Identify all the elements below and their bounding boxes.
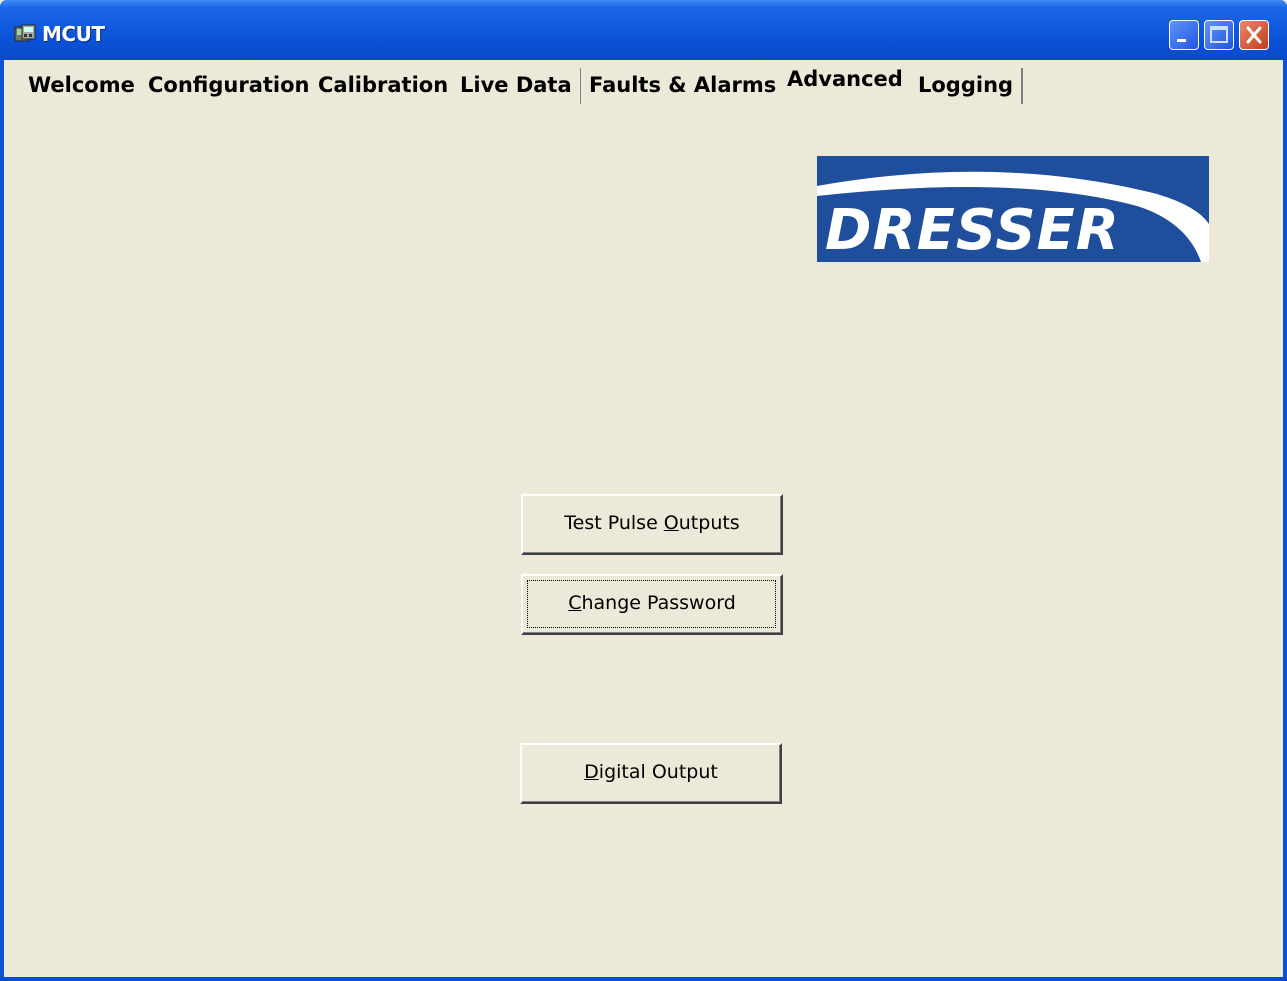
dresser-logo: DRESSER bbox=[817, 156, 1209, 263]
title-bar[interactable]: MCUT bbox=[0, 0, 1287, 60]
tab-calibration[interactable]: Calibration bbox=[310, 68, 459, 104]
maximize-button[interactable] bbox=[1204, 20, 1234, 50]
maximize-icon bbox=[1210, 26, 1228, 43]
focus-ring bbox=[527, 580, 776, 628]
app-window: MCUT Welcome Configuration Calibration L… bbox=[0, 0, 1287, 981]
tab-label: Calibration bbox=[318, 73, 449, 97]
client-area: Welcome Configuration Calibration Live D… bbox=[4, 60, 1283, 977]
tab-label: Advanced bbox=[787, 67, 903, 91]
minimize-button[interactable] bbox=[1169, 20, 1199, 50]
logo-text: DRESSER bbox=[825, 198, 1120, 262]
close-button[interactable] bbox=[1239, 20, 1269, 50]
window-bottom-border bbox=[0, 977, 1287, 981]
close-icon bbox=[1246, 26, 1262, 44]
tab-label: Welcome bbox=[28, 73, 135, 97]
test-pulse-outputs-button[interactable]: Test Pulse Outputs bbox=[521, 494, 783, 555]
digital-output-button[interactable]: Digital Output bbox=[520, 743, 782, 804]
tab-faults-alarms[interactable]: Faults & Alarms bbox=[581, 68, 787, 104]
change-password-button[interactable]: Change Password bbox=[521, 574, 783, 635]
minimize-icon bbox=[1177, 39, 1186, 42]
tab-label: Logging bbox=[918, 73, 1014, 97]
tab-live-data[interactable]: Live Data bbox=[452, 68, 582, 104]
tab-label: Faults & Alarms bbox=[589, 73, 777, 97]
tab-advanced[interactable]: Advanced bbox=[779, 64, 911, 106]
tab-strip: Welcome Configuration Calibration Live D… bbox=[10, 64, 1283, 106]
window-title: MCUT bbox=[42, 22, 105, 46]
tab-logging[interactable]: Logging bbox=[910, 68, 1024, 104]
tab-label: Configuration bbox=[148, 73, 310, 97]
tab-configuration[interactable]: Configuration bbox=[140, 68, 320, 104]
mcut-app-icon[interactable] bbox=[14, 24, 36, 44]
tab-welcome[interactable]: Welcome bbox=[20, 68, 145, 104]
button-label: Digital Output bbox=[584, 761, 718, 783]
tab-label: Live Data bbox=[460, 73, 572, 97]
button-label: Test Pulse Outputs bbox=[564, 512, 740, 534]
